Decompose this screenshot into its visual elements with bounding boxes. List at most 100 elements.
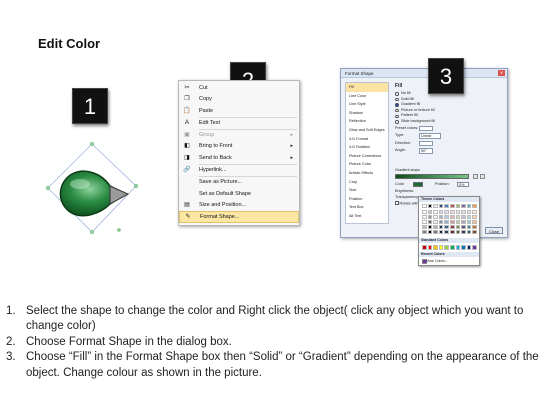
theme-color-swatch[interactable]	[444, 225, 449, 230]
theme-color-swatch[interactable]	[461, 230, 466, 235]
theme-color-swatch[interactable]	[466, 215, 472, 220]
theme-color-swatch[interactable]	[450, 225, 455, 230]
close-button[interactable]: Close	[485, 227, 503, 234]
theme-color-swatch[interactable]	[422, 210, 427, 215]
theme-color-swatch[interactable]	[450, 220, 455, 225]
theme-color-swatch[interactable]	[455, 220, 461, 225]
add-stop-icon[interactable]	[473, 174, 478, 179]
menu-item-save-as-picture[interactable]: Save as Picture...	[179, 177, 299, 188]
menu-item-copy[interactable]: ❐ Copy	[179, 94, 299, 105]
menu-item-size-and-position[interactable]: ▤ Size and Position...	[179, 200, 299, 211]
nav-item-3d-rotation[interactable]: 3-D Rotation	[346, 143, 388, 152]
theme-color-swatch[interactable]	[427, 204, 433, 209]
theme-color-swatch[interactable]	[472, 215, 477, 220]
nav-item-alt-text[interactable]: Alt Text	[346, 212, 388, 221]
theme-color-swatch[interactable]	[472, 225, 477, 230]
theme-color-swatch[interactable]	[466, 230, 472, 235]
direction-dropdown[interactable]	[419, 140, 433, 147]
theme-color-swatch[interactable]	[472, 230, 477, 235]
theme-color-swatch[interactable]	[472, 220, 477, 225]
theme-color-swatch[interactable]	[422, 204, 427, 209]
nav-item-line-color[interactable]: Line Color	[346, 92, 388, 101]
standard-color-swatch[interactable]	[472, 245, 477, 250]
standard-color-swatch[interactable]	[455, 245, 461, 250]
standard-color-swatch[interactable]	[422, 245, 427, 250]
theme-color-swatch[interactable]	[422, 230, 427, 235]
theme-color-swatch[interactable]	[472, 204, 477, 209]
remove-stop-icon[interactable]	[480, 174, 485, 179]
theme-color-swatch[interactable]	[455, 210, 461, 215]
theme-color-swatch[interactable]	[438, 220, 444, 225]
nav-item-picture-color[interactable]: Picture Color	[346, 160, 388, 169]
nav-item-line-style[interactable]: Line Style	[346, 100, 388, 109]
type-select[interactable]: Linear	[419, 133, 441, 139]
theme-color-swatch[interactable]	[466, 210, 472, 215]
theme-color-swatch[interactable]	[444, 204, 449, 209]
theme-color-swatch[interactable]	[450, 230, 455, 235]
theme-color-swatch[interactable]	[427, 210, 433, 215]
selected-shape[interactable]	[44, 140, 144, 240]
theme-color-swatch[interactable]	[455, 215, 461, 220]
theme-color-swatch[interactable]	[422, 220, 427, 225]
theme-color-swatch[interactable]	[461, 225, 466, 230]
theme-color-swatch[interactable]	[466, 225, 472, 230]
nav-item-size[interactable]: Size	[346, 186, 388, 195]
menu-item-paste[interactable]: 📋 Paste	[179, 106, 299, 117]
theme-color-swatch[interactable]	[466, 220, 472, 225]
theme-color-swatch[interactable]	[422, 225, 427, 230]
theme-color-swatch[interactable]	[455, 225, 461, 230]
theme-color-swatch[interactable]	[438, 230, 444, 235]
standard-color-swatch[interactable]	[461, 245, 466, 250]
more-colors-option[interactable]: More Colors...	[426, 259, 448, 263]
nav-item-glow[interactable]: Glow and Soft Edges	[346, 126, 388, 135]
theme-color-swatch[interactable]	[438, 210, 444, 215]
theme-color-swatch[interactable]	[433, 215, 438, 220]
theme-color-swatch[interactable]	[438, 204, 444, 209]
menu-item-send-to-back[interactable]: ◨ Send to Back ▸	[179, 153, 299, 164]
theme-color-swatch[interactable]	[433, 210, 438, 215]
theme-color-swatch[interactable]	[438, 225, 444, 230]
theme-color-swatch[interactable]	[472, 210, 477, 215]
theme-color-swatch[interactable]	[466, 204, 472, 209]
standard-color-swatch[interactable]	[438, 245, 444, 250]
angle-input[interactable]: 90°	[419, 148, 433, 154]
nav-item-text-box[interactable]: Text Box	[346, 203, 388, 212]
theme-color-swatch[interactable]	[455, 204, 461, 209]
theme-color-swatch[interactable]	[427, 230, 433, 235]
standard-color-swatch[interactable]	[450, 245, 455, 250]
theme-color-swatch[interactable]	[422, 215, 427, 220]
theme-color-swatch[interactable]	[461, 220, 466, 225]
theme-color-swatch[interactable]	[433, 230, 438, 235]
menu-item-edit-text[interactable]: A Edit Text	[179, 118, 299, 129]
standard-color-swatch[interactable]	[427, 245, 433, 250]
nav-item-position[interactable]: Position	[346, 195, 388, 204]
color-picker-button[interactable]	[413, 181, 423, 187]
close-icon[interactable]: ✕	[498, 70, 505, 76]
gradient-stops-bar[interactable]	[395, 174, 469, 179]
theme-color-swatch[interactable]	[433, 225, 438, 230]
standard-color-swatch[interactable]	[466, 245, 472, 250]
menu-item-hyperlink[interactable]: 🔗 Hyperlink...	[179, 165, 299, 176]
standard-color-swatch[interactable]	[433, 245, 438, 250]
nav-item-reflection[interactable]: Reflection	[346, 117, 388, 126]
nav-item-picture-corrections[interactable]: Picture Corrections	[346, 152, 388, 161]
theme-color-swatch[interactable]	[444, 210, 449, 215]
position-input[interactable]: 0%	[457, 181, 469, 187]
standard-color-swatch[interactable]	[444, 245, 449, 250]
menu-item-cut[interactable]: ✂ Cut	[179, 83, 299, 94]
theme-color-swatch[interactable]	[433, 204, 438, 209]
nav-item-3d-format[interactable]: 3-D Format	[346, 135, 388, 144]
theme-color-swatch[interactable]	[444, 220, 449, 225]
nav-item-artistic-effects[interactable]: Artistic Effects	[346, 169, 388, 178]
menu-item-bring-to-front[interactable]: ◧ Bring to Front ▸	[179, 141, 299, 152]
nav-item-crop[interactable]: Crop	[346, 178, 388, 187]
menu-item-format-shape[interactable]: ✎ Format Shape...	[179, 211, 299, 223]
nav-item-shadow[interactable]: Shadow	[346, 109, 388, 118]
theme-color-swatch[interactable]	[427, 215, 433, 220]
theme-color-swatch[interactable]	[461, 210, 466, 215]
theme-color-swatch[interactable]	[450, 204, 455, 209]
theme-color-swatch[interactable]	[450, 210, 455, 215]
theme-color-swatch[interactable]	[427, 220, 433, 225]
theme-color-swatch[interactable]	[427, 225, 433, 230]
nav-item-fill[interactable]: Fill	[346, 83, 388, 92]
